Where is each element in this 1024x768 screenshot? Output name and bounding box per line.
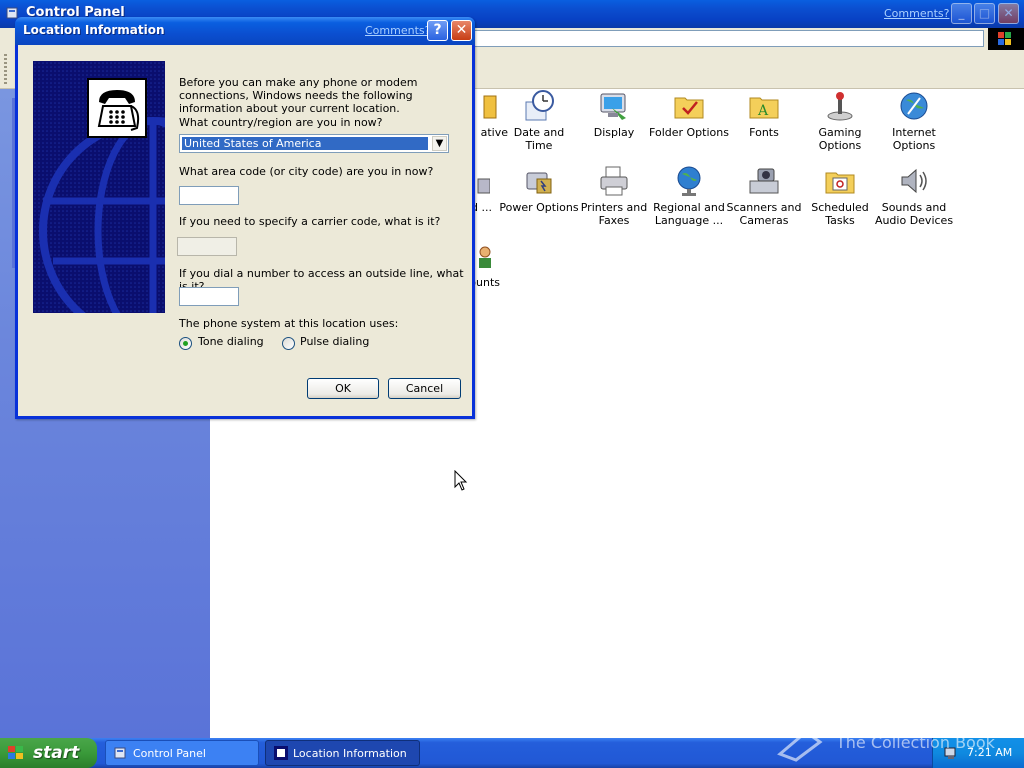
speaker-icon [898,165,930,197]
cp-item-fonts[interactable]: A Fonts [724,90,804,139]
dialog-intro-text: Before you can make any phone or modem c… [179,76,418,115]
carrier-code-input[interactable] [177,237,237,256]
outside-line-input[interactable] [179,287,239,306]
ok-button[interactable]: OK [307,378,379,399]
calendar-folder-icon [824,165,856,197]
svg-text:A: A [757,103,769,119]
chevron-down-icon[interactable]: ▼ [432,136,447,151]
taskbar-item-label: Control Panel [133,747,206,760]
carrier-code-label: If you need to specify a carrier code, w… [179,215,441,228]
cp-item-internet-options[interactable]: Internet Options [874,90,954,152]
fonts-folder-icon: A [748,90,780,122]
globe-icon [898,90,930,122]
location-information-dialog: Location Information Comments? ? ✕ Befor… [15,17,475,419]
toolbar-grip[interactable] [4,54,7,84]
cp-item-sounds-and-audio[interactable]: Sounds and Audio Devices [874,165,954,227]
mouse-cursor-icon [454,470,468,491]
folder-check-icon [673,90,705,122]
telephone-icon [87,78,147,138]
cp-item-folder-options[interactable]: Folder Options [649,90,729,139]
dialog-titlebar[interactable]: Location Information Comments? ? ✕ [15,17,475,45]
telephone-icon [274,746,288,760]
dialog-close-button[interactable]: ✕ [451,20,472,41]
cp-item-printers-and-faxes[interactable]: Printers and Faxes [574,165,654,227]
cp-item-scheduled-tasks[interactable]: Scheduled Tasks [800,165,880,227]
cp-item-date-and-time[interactable]: Date and Time [499,90,579,152]
start-button[interactable]: start [0,738,97,768]
cp-item-scanners-and-cameras[interactable]: Scanners and Cameras [724,165,804,227]
joystick-icon [824,90,856,122]
globe-stand-icon [673,165,705,197]
phone-system-label: The phone system at this location uses: [179,317,399,330]
printer-icon [598,165,630,197]
cp-item-gaming-options[interactable]: Gaming Options [800,90,880,152]
cp-item-power-options[interactable]: Power Options [499,165,579,214]
scanner-icon [748,165,780,197]
cp-item-display[interactable]: Display [574,90,654,139]
power-icon [523,165,555,197]
comments-link[interactable]: Comments? [884,7,949,20]
area-code-label: What area code (or city code) are you in… [179,165,434,178]
watermark-text: The Collection Book [836,733,995,752]
country-select[interactable]: United States of America ▼ [179,134,449,153]
taskbar-item-label: Location Information [293,747,407,760]
tone-dialing-label[interactable]: Tone dialing [198,335,264,348]
area-code-input[interactable] [179,186,239,205]
taskbar-item-location-information[interactable]: Location Information [265,740,420,766]
minimize-button[interactable]: _ [951,3,972,24]
tone-dialing-radio[interactable] [179,337,192,350]
help-button[interactable]: ? [427,20,448,41]
watermark-logo-icon [777,730,823,762]
pulse-dialing-label[interactable]: Pulse dialing [300,335,369,348]
close-button[interactable]: ✕ [998,3,1019,24]
clock-calendar-icon [523,90,555,122]
dialog-comments-link[interactable]: Comments? [365,24,430,37]
windows-flag-icon [988,28,1024,50]
address-field[interactable] [470,30,984,47]
country-selected-value: United States of America [181,136,429,151]
taskbar-item-control-panel[interactable]: Control Panel [105,740,259,766]
maximize-button[interactable]: □ [974,3,995,24]
control-panel-icon [114,747,126,759]
pulse-dialing-radio[interactable] [282,337,295,350]
dialog-banner [33,61,165,313]
cp-item-regional-and-language[interactable]: Regional and Language ... [649,165,729,227]
monitor-icon [598,90,630,122]
dialog-body: Before you can make any phone or modem c… [18,45,472,416]
start-label: start [33,743,80,763]
windows-logo-icon [8,746,23,759]
cancel-button[interactable]: Cancel [388,378,461,399]
dialog-title: Location Information [23,23,165,37]
country-label: What country/region are you in now? [179,116,383,129]
